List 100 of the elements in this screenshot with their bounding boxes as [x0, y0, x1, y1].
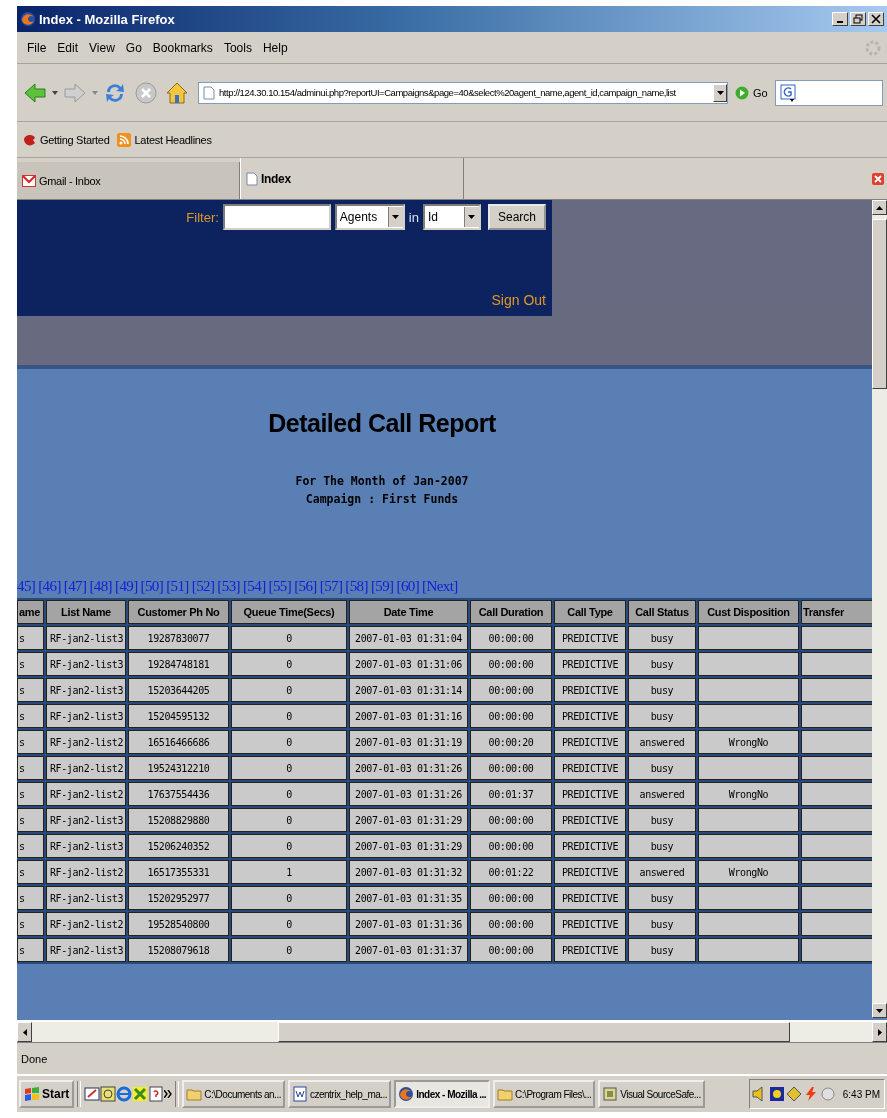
browser-tab[interactable]: Gmail - Inbox: [17, 162, 240, 199]
table-cell: PREDICTIVE: [554, 860, 626, 884]
table-cell: 0: [231, 912, 347, 936]
table-cell: answered: [628, 730, 696, 754]
table-cell: s: [17, 730, 44, 754]
dropdown-caret-icon: [716, 90, 724, 95]
browser-tab[interactable]: Index: [240, 158, 464, 199]
quick-launch-button[interactable]: [116, 1086, 133, 1102]
table-cell: 2007-01-03 01:31:06: [349, 652, 468, 676]
minimize-button[interactable]: [832, 12, 848, 26]
search-button[interactable]: Search: [487, 204, 546, 230]
table-cell: PREDICTIVE: [554, 730, 626, 754]
table-cell: 16516466686: [128, 730, 229, 754]
column-header: Call Status: [628, 600, 696, 624]
address-field[interactable]: http://124.30.10.154/adminui.php?reportUI=Campaigns&page=40&select%20agent_name,agent_id,campaign_name,list: [198, 81, 728, 104]
table-cell: RF-jan2-list2: [46, 860, 126, 884]
scroll-left-button[interactable]: [17, 1022, 32, 1042]
search-field[interactable]: [774, 79, 883, 106]
table-cell: 00:00:00: [470, 834, 552, 858]
scroll-up-button[interactable]: [872, 200, 887, 215]
table-cell: 16517355331: [128, 860, 229, 884]
column-header: Customer Ph No: [128, 600, 229, 624]
bookmark-link[interactable]: Getting Started: [21, 131, 110, 148]
left-arrow-icon: [22, 1028, 27, 1036]
table-cell: s: [17, 886, 44, 910]
column-header: List Name: [46, 600, 126, 624]
table-cell: RF-jan2-list3: [46, 652, 126, 676]
menu-item[interactable]: Go: [121, 38, 146, 57]
scroll-right-button[interactable]: [872, 1022, 887, 1042]
start-button[interactable]: Start: [19, 1080, 75, 1108]
table-cell: 00:00:00: [470, 678, 552, 702]
menu-item[interactable]: Help: [258, 38, 292, 57]
table-cell: [801, 652, 872, 676]
scrollbar-thumb[interactable]: [872, 219, 887, 389]
table-cell: RF-jan2-list3: [46, 678, 126, 702]
table-cell: RF-jan2-list3: [46, 704, 126, 728]
table-cell: 1: [231, 860, 347, 884]
table-cell: [801, 808, 872, 832]
go-button[interactable]: Go: [731, 83, 772, 102]
taskbar-button[interactable]: Visual SourceSafe...: [598, 1080, 705, 1108]
menu-item[interactable]: File: [23, 38, 51, 57]
menu-item[interactable]: Tools: [219, 38, 256, 57]
throbber-icon: [865, 39, 881, 56]
table-cell: 00:00:00: [470, 652, 552, 676]
horizontal-scrollbar[interactable]: [17, 1020, 887, 1042]
taskbar-button[interactable]: czentrix_help_ma...: [287, 1080, 392, 1108]
column-header: ame: [17, 600, 44, 624]
table-cell: 2007-01-03 01:31:35: [349, 886, 468, 910]
quick-launch-button[interactable]: [132, 1086, 149, 1102]
table-cell: RF-jan2-list2: [46, 912, 126, 936]
table-cell: [801, 912, 872, 936]
table-cell: 2007-01-03 01:31:32: [349, 860, 468, 884]
restore-button[interactable]: [850, 12, 866, 26]
scroll-down-button[interactable]: [872, 1003, 887, 1018]
table-cell: 19287830077: [128, 626, 229, 650]
scrollbar-thumb[interactable]: [278, 1022, 790, 1042]
table-cell: [801, 756, 872, 780]
clock: 6:43 PM: [842, 1088, 881, 1100]
taskbar-button[interactable]: Index - Mozilla ...: [394, 1080, 491, 1108]
sign-out-link[interactable]: Sign Out: [491, 292, 546, 308]
table-cell: RF-jan2-list3: [46, 626, 126, 650]
table-cell: 00:00:00: [470, 938, 552, 962]
table-cell: 00:00:20: [470, 730, 552, 754]
back-arrow-icon: [23, 80, 47, 105]
dropdown-caret-icon: [52, 90, 58, 95]
table-cell: 2007-01-03 01:31:29: [349, 808, 468, 832]
table-cell: RF-jan2-list2: [46, 782, 126, 806]
filter-field[interactable]: [222, 204, 331, 230]
table-cell: 15203644205: [128, 678, 229, 702]
table-cell: 19284748181: [128, 652, 229, 676]
table-cell: s: [17, 938, 44, 962]
table-cell: 00:01:22: [470, 860, 552, 884]
table-cell: 00:00:00: [470, 808, 552, 832]
dropdown-button[interactable]: [713, 83, 727, 102]
table-cell: 00:00:00: [470, 886, 552, 910]
close-icon: [872, 172, 884, 185]
stop-icon: [134, 80, 158, 105]
table-cell: 2007-01-03 01:31:04: [349, 626, 468, 650]
close-button[interactable]: [868, 12, 884, 26]
table-cell: [801, 626, 872, 650]
table-cell: busy: [628, 704, 696, 728]
window-title: Index - Mozilla Firefox: [39, 11, 176, 27]
table-cell: busy: [628, 912, 696, 936]
table-cell: [801, 704, 872, 728]
column-header: Cust Disposition: [698, 600, 799, 624]
table-cell: RF-jan2-list2: [46, 730, 126, 754]
report-month: For The Month of Jan-2007: [294, 473, 470, 490]
quick-launch-button[interactable]: [148, 1086, 165, 1102]
field-dropdown[interactable]: Id: [422, 204, 481, 230]
table-cell: 00:00:00: [470, 704, 552, 728]
table-cell: 15202952977: [128, 886, 229, 910]
report-title: Detailed Call Report: [267, 409, 497, 438]
menu-item[interactable]: Bookmarks: [148, 38, 217, 57]
taskbar-button[interactable]: C:\Program Files\...: [493, 1080, 596, 1108]
taskbar-button[interactable]: C:\Documents an...: [182, 1080, 285, 1108]
menu-item[interactable]: Edit: [53, 38, 83, 57]
menu-item[interactable]: View: [85, 38, 119, 57]
category-dropdown[interactable]: Agents: [334, 204, 405, 230]
vertical-scrollbar[interactable]: [872, 200, 887, 1018]
bookmark-link[interactable]: Latest Headlines: [115, 131, 212, 148]
